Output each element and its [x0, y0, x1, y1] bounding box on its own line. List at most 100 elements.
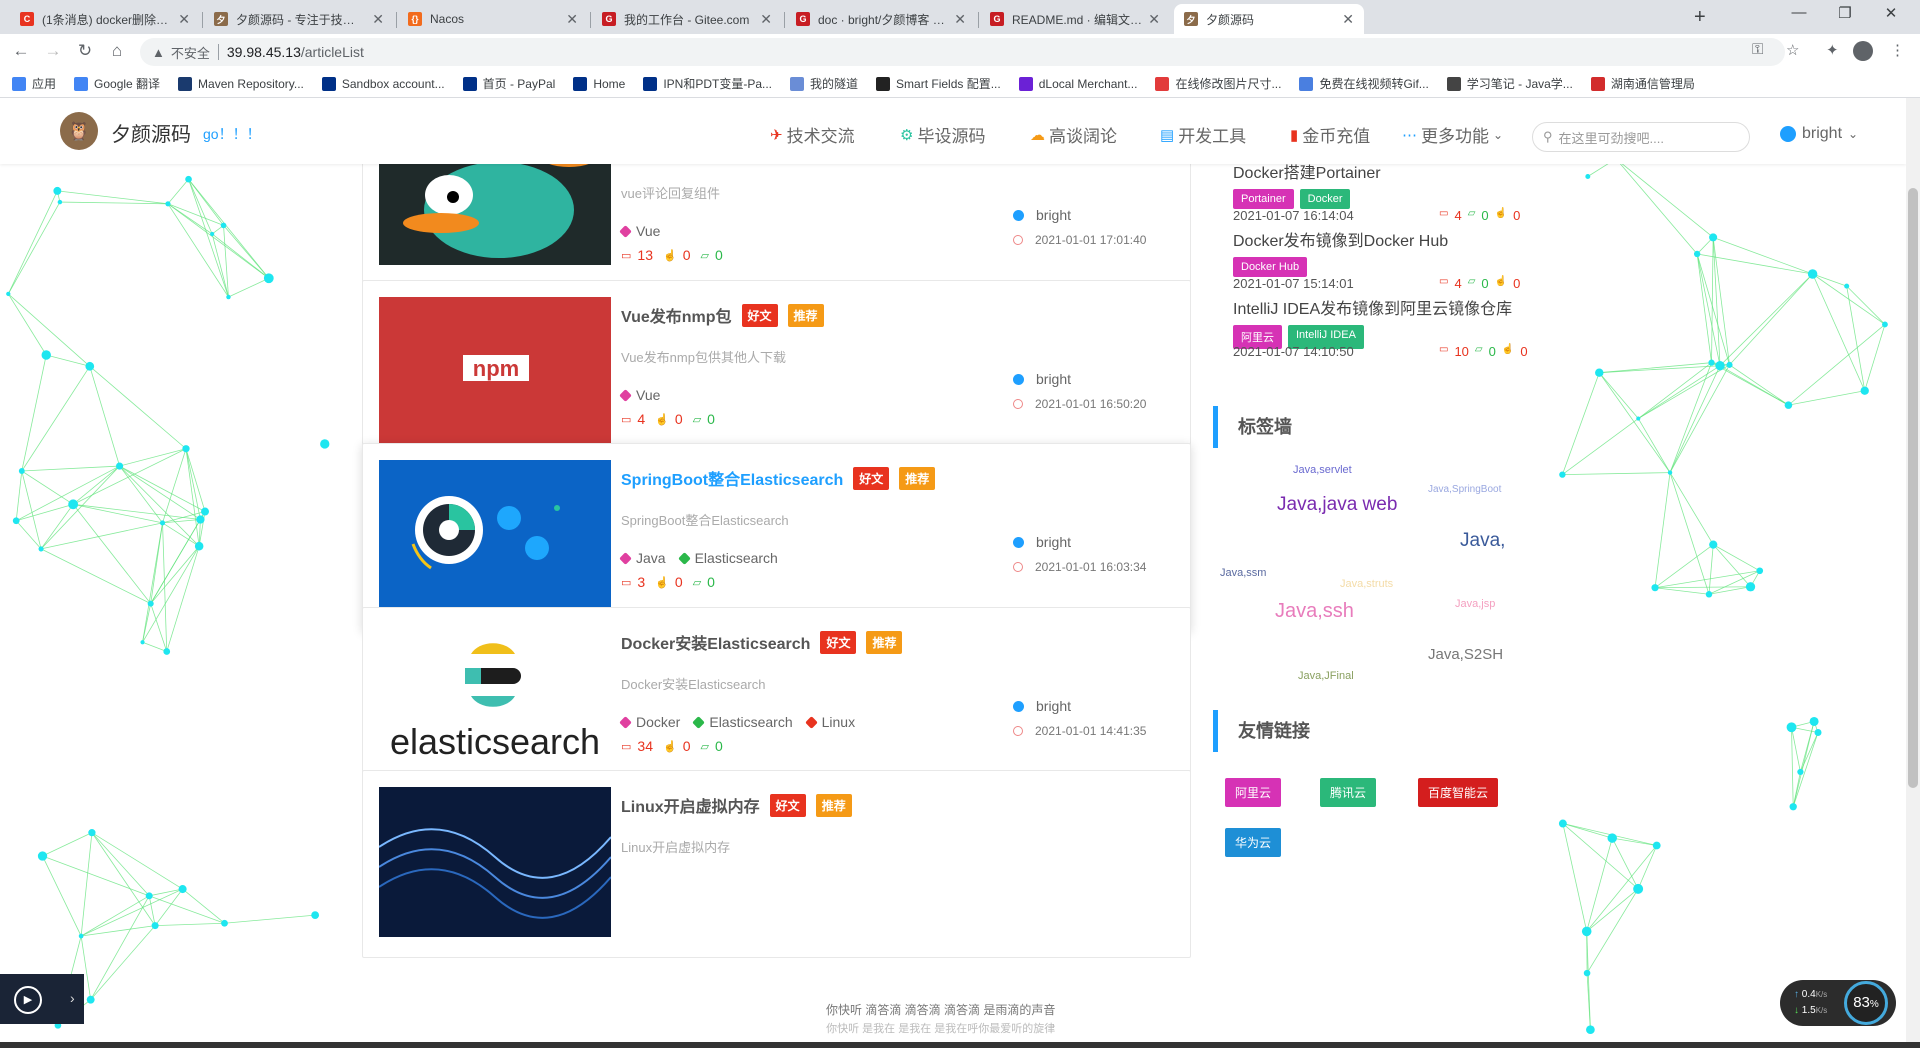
close-icon[interactable]: ✕ [1148, 11, 1160, 28]
forward-icon[interactable]: → [42, 41, 64, 61]
owl-logo-icon[interactable]: 🦉 [60, 112, 98, 150]
close-icon[interactable]: ✕ [566, 11, 578, 28]
bookmark-item[interactable]: dLocal Merchant... [1018, 76, 1137, 91]
hot-article-item[interactable]: 2021-01-07 14:10:50 ▭ 10 ▱ 0 ☝ 0 [1233, 344, 1543, 359]
browser-tab[interactable]: G README.md · 编辑文件 · bright ✕ [980, 4, 1170, 34]
browser-tab[interactable]: {} Nacos ✕ [398, 4, 588, 34]
close-icon[interactable]: ✕ [760, 11, 772, 28]
chevron-right-icon[interactable]: › [70, 990, 75, 1006]
article-title[interactable]: Linux开启虚拟内存 好文 推荐 [621, 793, 852, 817]
warning-icon[interactable]: ▲ [152, 45, 165, 60]
browser-tab[interactable]: 夕夕颜源码 - 专注于技术|源码分享 ✕ [204, 4, 394, 34]
bookmark-item[interactable]: 首页 - PayPal [462, 75, 555, 92]
hot-article-item[interactable]: 2021-01-07 15:14:01 ▭ 4 ▱ 0 ☝ 0 IntelliJ IDEA发布… [1233, 276, 1543, 349]
close-icon[interactable]: ✕ [954, 11, 966, 28]
article-author[interactable]: bright [1013, 371, 1071, 387]
tag-cloud-item[interactable]: Java,SpringBoot [1428, 484, 1501, 495]
hot-article-title[interactable]: Docker发布镜像到Docker Hub [1233, 227, 1543, 251]
close-icon[interactable]: ✕ [178, 11, 190, 28]
article-thumbnail[interactable] [379, 460, 611, 610]
back-icon[interactable]: ← [10, 41, 32, 61]
article-author[interactable]: bright [1013, 698, 1071, 714]
nav-item[interactable]: ✈ 技术交流 [770, 122, 855, 147]
tag-badge[interactable]: Portainer [1233, 189, 1294, 209]
tag-cloud-item[interactable]: Java,java web [1277, 494, 1397, 516]
article-thumbnail[interactable] [379, 787, 611, 937]
article-tag[interactable]: Docker [619, 714, 680, 730]
article-thumbnail[interactable]: npm [379, 297, 611, 447]
article-author[interactable]: bright [1013, 534, 1071, 550]
bookmark-item[interactable]: Google 翻译 [74, 75, 160, 92]
tag-cloud-item[interactable]: Java, [1460, 530, 1505, 552]
tag-cloud-item[interactable]: Java,S2SH [1428, 646, 1503, 663]
close-window-icon[interactable]: ✕ [1868, 4, 1914, 22]
home-icon[interactable]: ⌂ [106, 41, 128, 61]
tag-cloud-item[interactable]: Java,struts [1340, 578, 1393, 590]
music-player[interactable]: ▶ › [0, 974, 84, 1024]
tag-cloud-item[interactable]: Java,servlet [1293, 464, 1352, 476]
play-icon[interactable]: ▶ [14, 986, 42, 1014]
article-title[interactable]: Docker安装Elasticsearch 好文 推荐 [621, 630, 903, 654]
browser-tab[interactable]: C (1条消息) docker删除所有镜像_ ✕ [10, 4, 200, 34]
nav-item[interactable]: ☁ 高谈阔论 [1030, 122, 1117, 147]
bookmark-item[interactable]: Maven Repository... [178, 76, 304, 91]
nav-item[interactable]: ⋯ 更多功能 ⌄ [1402, 122, 1503, 147]
bookmark-item[interactable]: Home [573, 76, 625, 91]
extensions-icon[interactable]: ✦ [1826, 41, 1839, 59]
article-title[interactable]: SpringBoot整合Elasticsearch 好文 推荐 [621, 466, 936, 490]
minimize-icon[interactable]: — [1776, 4, 1822, 21]
nav-item[interactable]: ▮ 金币充值 [1290, 122, 1370, 147]
bookmark-item[interactable]: IPN和PDT变量-Pa... [643, 75, 772, 92]
menu-icon[interactable]: ⋮ [1890, 41, 1905, 59]
search-input[interactable]: ⚲ 在这里可劲搜吧.... [1532, 122, 1750, 152]
scrollbar[interactable] [1906, 98, 1920, 1048]
article-card[interactable]: npm Vue发布nmp包 好文 推荐 Vue发布nmp包供其他人下载 Vue ▭ 4 ☝ 0 ▱ 0… [362, 280, 1191, 468]
key-icon[interactable]: ⚿ [1752, 41, 1763, 58]
article-card[interactable]: elasticsearch Docker安装Elasticsearch 好文 推荐 Do… [362, 607, 1191, 795]
reload-icon[interactable]: ↻ [74, 41, 96, 61]
article-card[interactable]: SpringBoot整合Elasticsearch 好文 推荐 SpringBoot整… [362, 443, 1191, 631]
bookmark-item[interactable]: 我的隧道 [790, 75, 858, 92]
bookmark-item[interactable]: Smart Fields 配置... [876, 75, 1001, 92]
profile-avatar[interactable] [1853, 41, 1873, 61]
scrollbar-thumb[interactable] [1908, 188, 1918, 788]
tag-badge[interactable]: Docker [1299, 189, 1351, 209]
bookmark-item[interactable]: 免费在线视频转Gif... [1299, 75, 1429, 92]
article-card[interactable]: Linux开启虚拟内存 好文 推荐 Linux开启虚拟内存 [362, 770, 1191, 958]
tag-badge[interactable]: Docker Hub [1233, 257, 1308, 277]
url-field[interactable]: ▲ 不安全 39.98.45.13 /articleList [140, 38, 1785, 66]
article-title[interactable]: Vue发布nmp包 好文 推荐 [621, 303, 824, 327]
tag-cloud-item[interactable]: Java,ssh [1275, 600, 1354, 623]
tag-cloud-item[interactable]: Java,JFinal [1298, 670, 1354, 682]
friend-link[interactable]: 腾讯云 [1320, 778, 1377, 807]
friend-link[interactable]: 华为云 [1225, 828, 1282, 857]
browser-tab[interactable]: 夕夕颜源码 ✕ [1174, 4, 1364, 34]
hot-article-item[interactable]: 2021-01-07 16:14:04 ▭ 4 ▱ 0 ☝ 0 Docker发布镜像到Dock… [1233, 208, 1543, 277]
nav-item[interactable]: ▤ 开发工具 [1160, 122, 1246, 147]
bookmark-item[interactable]: 湖南通信管理局 [1590, 75, 1695, 92]
browser-tab[interactable]: Gdoc · bright/夕颜博客 - 码云 - 开 ✕ [786, 4, 976, 34]
article-tag[interactable]: Elasticsearch [677, 550, 778, 566]
article-thumbnail[interactable]: elasticsearch [379, 624, 611, 774]
user-menu[interactable]: bright ⌄ [1780, 125, 1858, 143]
friend-link[interactable]: 阿里云 [1225, 778, 1282, 807]
browser-tab[interactable]: G 我的工作台 - Gitee.com ✕ [592, 4, 782, 34]
article-tag[interactable]: Vue [619, 387, 660, 403]
article-tag[interactable]: Vue [619, 223, 660, 239]
nav-item[interactable]: ⚙ 毕设源码 [900, 122, 985, 147]
bookmark-item[interactable]: 在线修改图片尺寸... [1155, 75, 1281, 92]
tag-cloud-item[interactable]: Java,jsp [1455, 598, 1495, 610]
bookmark-item[interactable]: Sandbox account... [321, 76, 445, 91]
article-author[interactable]: bright [1013, 207, 1071, 223]
site-name[interactable]: 夕颜源码 [111, 118, 191, 147]
close-icon[interactable]: ✕ [1342, 11, 1354, 28]
tag-cloud-item[interactable]: Java,ssm [1220, 567, 1266, 579]
friend-link[interactable]: 百度智能云 [1418, 778, 1499, 807]
article-tag[interactable]: Linux [804, 714, 855, 730]
article-tag[interactable]: Elasticsearch [692, 714, 793, 730]
bookmark-item[interactable]: 应用 [12, 75, 56, 92]
article-tag[interactable]: Java [619, 550, 666, 566]
hot-article-title[interactable]: IntelliJ IDEA发布镜像到阿里云镜像仓库 [1233, 295, 1543, 319]
star-icon[interactable]: ☆ [1786, 41, 1799, 59]
bookmark-item[interactable]: 学习笔记 - Java学... [1446, 75, 1573, 92]
